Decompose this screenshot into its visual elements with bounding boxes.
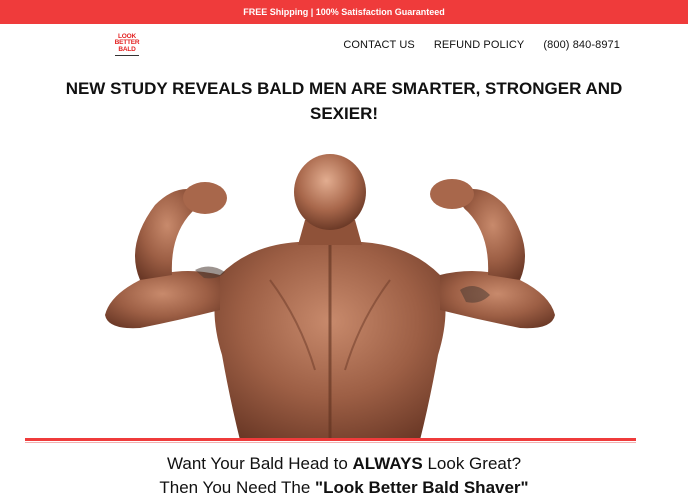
muscular-bald-man-back-image <box>105 154 555 440</box>
brand-logo[interactable]: LOOK BETTER BALD <box>112 30 142 60</box>
nav-phone-link[interactable]: (800) 840-8971 <box>543 39 620 51</box>
tagline-line-2-bold: "Look Better Bald Shaver" <box>315 478 529 497</box>
page-headline: NEW STUDY REVEALS BALD MEN ARE SMARTER, … <box>65 79 623 123</box>
tagline-line-1: Want Your Bald Head to ALWAYS Look Great… <box>30 453 658 475</box>
section-divider <box>25 438 636 441</box>
tagline-line-2-pre: Then You Need The <box>159 478 316 497</box>
site-header: LOOK BETTER BALD CONTACT US REFUND POLIC… <box>0 24 688 68</box>
tagline-line-1-bold: ALWAYS <box>352 454 423 473</box>
promo-text: FREE Shipping | 100% Satisfaction Guaran… <box>243 7 445 17</box>
logo-line-3: BALD <box>118 45 136 53</box>
hero-image <box>100 150 560 440</box>
main-nav: CONTACT US REFUND POLICY (800) 840-8971 <box>324 39 620 51</box>
promo-bar: FREE Shipping | 100% Satisfaction Guaran… <box>0 0 688 24</box>
nav-refund-link[interactable]: REFUND POLICY <box>434 39 525 51</box>
nav-contact-link[interactable]: CONTACT US <box>343 39 415 51</box>
tagline-line-1-post: Look Great? <box>422 454 522 473</box>
section-divider-shadow <box>25 442 636 443</box>
tagline-line-1-pre: Want Your Bald Head to <box>166 454 353 473</box>
logo-underline <box>115 55 139 57</box>
tagline-line-2: Then You Need The "Look Better Bald Shav… <box>30 477 658 499</box>
